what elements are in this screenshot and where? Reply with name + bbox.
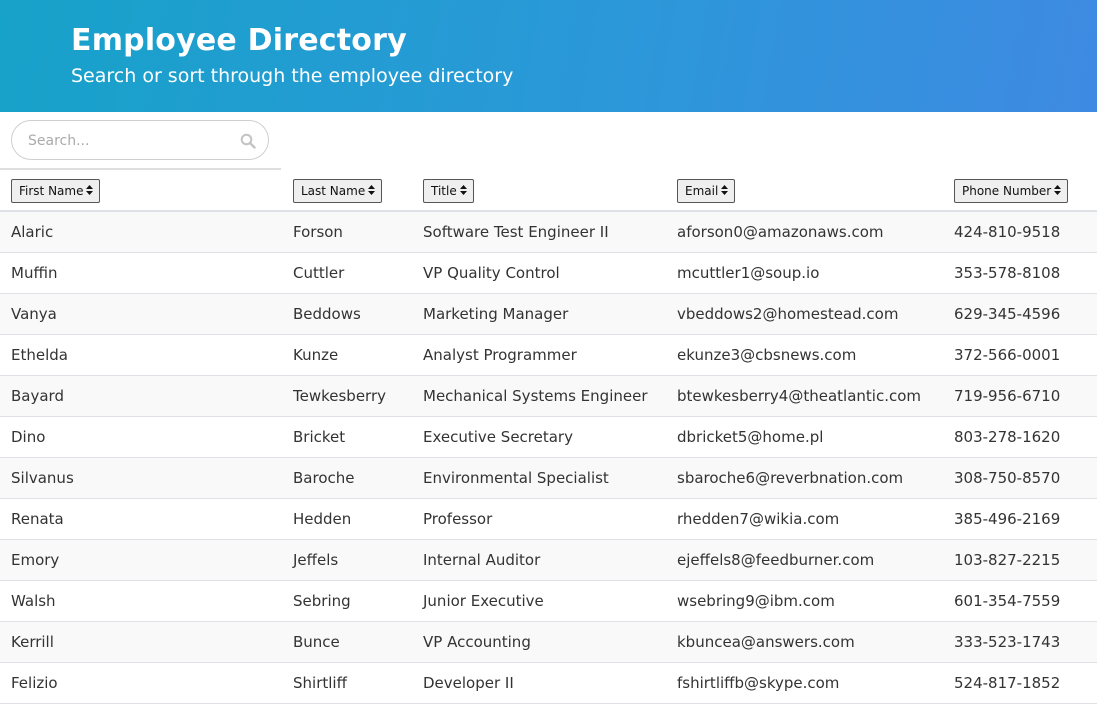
table-row: Dino Bricket Executive Secretary dbricket5@… <box>0 417 1097 458</box>
last-name-cell: Shirtliff <box>293 674 347 692</box>
email-cell: vbeddows2@homestead.com <box>677 305 899 323</box>
last-name-cell: Tewkesberry <box>293 387 387 405</box>
search-box[interactable] <box>11 120 269 160</box>
phone-cell: 424-810-9518 <box>954 223 1061 241</box>
page-subtitle: Search or sort through the employee dire… <box>71 65 514 87</box>
table-row: Renata Hedden Professor rhedden7@wikia.com 3… <box>0 499 1097 540</box>
phone-cell: 353-578-8108 <box>954 264 1061 282</box>
first-name-cell: Emory <box>11 551 60 569</box>
email-cell: fshirtliffb@skype.com <box>677 674 840 692</box>
title-cell: Mechanical Systems Engineer <box>423 387 648 405</box>
phone-cell: 103-827-2215 <box>954 551 1061 569</box>
last-name-cell: Jeffels <box>293 551 339 569</box>
phone-cell: 308-750-8570 <box>954 469 1061 487</box>
table-row: Emory Jeffels Internal Auditor ejeffels8@fe… <box>0 540 1097 581</box>
sort-phone-number-button[interactable]: Phone Number <box>954 179 1069 203</box>
last-name-cell: Kunze <box>293 346 339 364</box>
table-row: Felizio Shirtliff Developer II fshirtliffb@… <box>0 663 1097 704</box>
table-row: Vanya Beddows Marketing Manager vbeddows2@h… <box>0 294 1097 335</box>
phone-cell: 372-566-0001 <box>954 346 1061 364</box>
sort-button-label: Phone Number <box>962 184 1052 198</box>
title-cell: Professor <box>423 510 493 528</box>
page-header: Employee Directory Search or sort throug… <box>0 0 1097 112</box>
last-name-cell: Forson <box>293 223 343 241</box>
sort-email-button[interactable]: Email <box>677 179 736 203</box>
title-cell: Marketing Manager <box>423 305 569 323</box>
sort-last-name-button[interactable]: Last Name <box>293 179 383 203</box>
title-cell: Internal Auditor <box>423 551 541 569</box>
first-name-cell: Muffin <box>11 264 58 282</box>
phone-cell: 333-523-1743 <box>954 633 1061 651</box>
title-cell: Software Test Engineer II <box>423 223 609 241</box>
table-row: Bayard Tewkesberry Mechanical Systems Engi… <box>0 376 1097 417</box>
sort-button-label: First Name <box>19 184 84 198</box>
last-name-cell: Sebring <box>293 592 351 610</box>
email-cell: mcuttler1@soup.io <box>677 264 820 282</box>
email-cell: dbricket5@home.pl <box>677 428 824 446</box>
last-name-cell: Cuttler <box>293 264 345 282</box>
email-cell: aforson0@amazonaws.com <box>677 223 884 241</box>
search-icon[interactable] <box>240 133 256 149</box>
first-name-cell: Walsh <box>11 592 56 610</box>
first-name-cell: Ethelda <box>11 346 68 364</box>
employee-table-body: Alaric Forson Software Test Engineer II afo… <box>0 212 1097 704</box>
first-name-cell: Vanya <box>11 305 57 323</box>
title-cell: VP Quality Control <box>423 264 560 282</box>
table-row: Muffin Cuttler VP Quality Control mcuttler1… <box>0 253 1097 294</box>
page-title: Employee Directory <box>71 23 407 58</box>
sort-icon <box>721 181 729 203</box>
table-row: Kerrill Bunce VP Accounting kbuncea@answers… <box>0 622 1097 663</box>
email-cell: btewkesberry4@theatlantic.com <box>677 387 921 405</box>
first-name-cell: Bayard <box>11 387 64 405</box>
title-cell: Environmental Specialist <box>423 469 609 487</box>
phone-cell: 385-496-2169 <box>954 510 1061 528</box>
table-row: Silvanus Baroche Environmental Specialist s… <box>0 458 1097 499</box>
phone-cell: 601-354-7559 <box>954 592 1061 610</box>
search-input[interactable] <box>28 130 228 152</box>
email-cell: ekunze3@cbsnews.com <box>677 346 857 364</box>
table-row: Walsh Sebring Junior Executive wsebring9@ib… <box>0 581 1097 622</box>
phone-cell: 524-817-1852 <box>954 674 1061 692</box>
title-cell: Junior Executive <box>423 592 544 610</box>
title-cell: VP Accounting <box>423 633 531 651</box>
email-cell: kbuncea@answers.com <box>677 633 855 651</box>
table-row: Ethelda Kunze Analyst Programmer ekunze3@cb… <box>0 335 1097 376</box>
sort-button-label: Last Name <box>301 184 366 198</box>
title-cell: Executive Secretary <box>423 428 573 446</box>
sort-title-button[interactable]: Title <box>423 179 474 203</box>
sort-first-name-button[interactable]: First Name <box>11 179 101 203</box>
email-cell: wsebring9@ibm.com <box>677 592 835 610</box>
last-name-cell: Baroche <box>293 469 355 487</box>
email-cell: sbaroche6@reverbnation.com <box>677 469 904 487</box>
first-name-cell: Silvanus <box>11 469 74 487</box>
phone-cell: 719-956-6710 <box>954 387 1061 405</box>
first-name-cell: Alaric <box>11 223 54 241</box>
sort-button-label: Email <box>685 184 719 198</box>
first-name-cell: Felizio <box>11 674 58 692</box>
phone-cell: 803-278-1620 <box>954 428 1061 446</box>
last-name-cell: Bricket <box>293 428 346 446</box>
first-name-cell: Renata <box>11 510 64 528</box>
title-cell: Developer II <box>423 674 514 692</box>
phone-cell: 629-345-4596 <box>954 305 1061 323</box>
email-cell: rhedden7@wikia.com <box>677 510 840 528</box>
title-cell: Analyst Programmer <box>423 346 577 364</box>
email-cell: ejeffels8@feedburner.com <box>677 551 875 569</box>
sort-icon <box>86 181 94 203</box>
sort-icon <box>459 181 467 203</box>
sort-icon <box>1054 181 1062 203</box>
last-name-cell: Beddows <box>293 305 361 323</box>
sort-icon <box>368 181 376 203</box>
first-name-cell: Kerrill <box>11 633 54 651</box>
last-name-cell: Hedden <box>293 510 352 528</box>
sort-button-label: Title <box>431 184 457 198</box>
table-header: First Name Last Name Title Email Phone N… <box>0 170 1097 212</box>
last-name-cell: Bunce <box>293 633 340 651</box>
first-name-cell: Dino <box>11 428 46 446</box>
table-row: Alaric Forson Software Test Engineer II afo… <box>0 212 1097 253</box>
